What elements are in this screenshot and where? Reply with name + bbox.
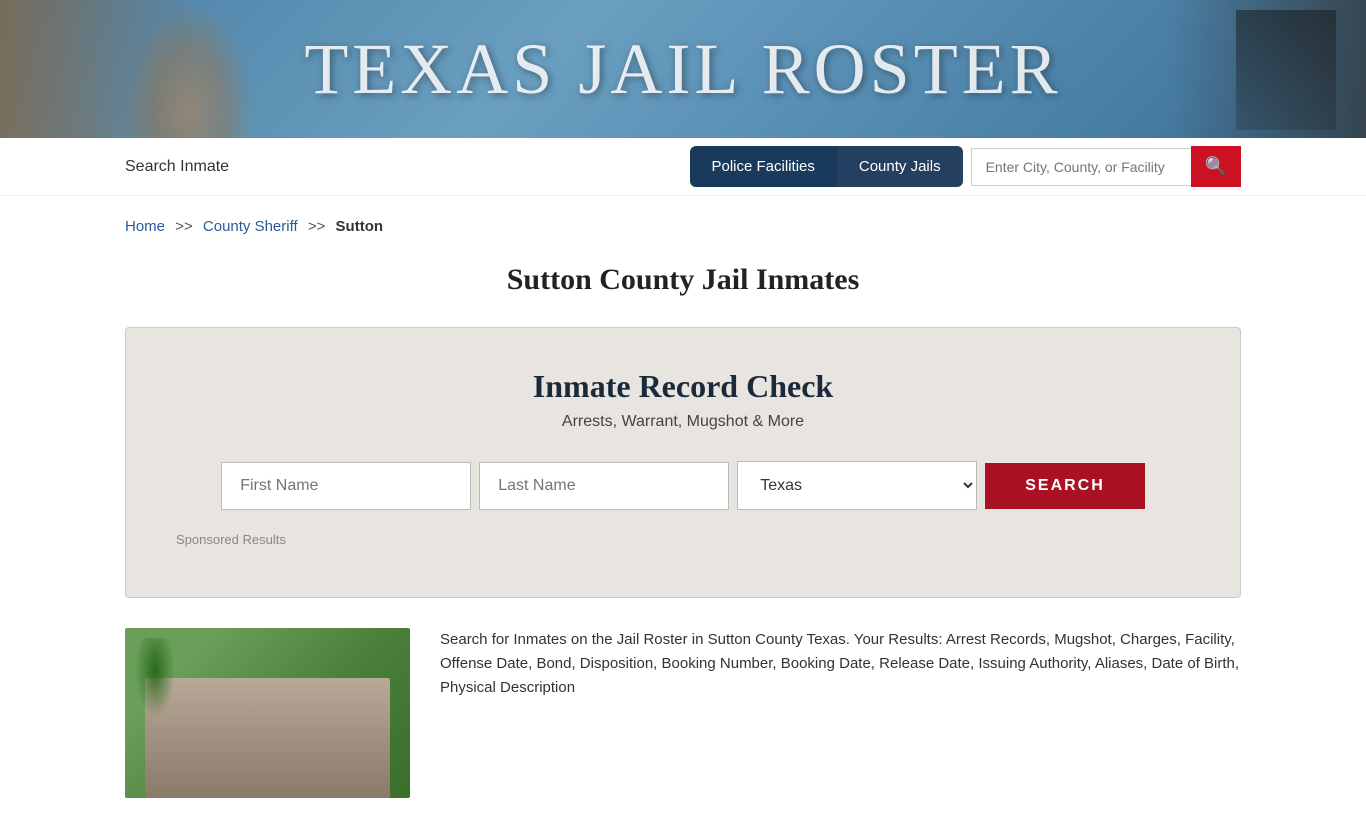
police-facilities-button[interactable]: Police Facilities [690,146,837,187]
breadcrumb-home[interactable]: Home [125,218,165,235]
breadcrumb-sep-2: >> [308,218,326,235]
facility-image [125,628,410,798]
state-select[interactable]: AlabamaAlaskaArizonaArkansasCaliforniaCo… [737,461,977,510]
site-title: Texas Jail Roster [304,28,1061,111]
breadcrumb-county-sheriff[interactable]: County Sheriff [203,218,298,235]
nav-search-label: Search Inmate [125,158,229,176]
site-banner: Texas Jail Roster [0,0,1366,138]
nav-facility-buttons: Police Facilities County Jails [690,146,963,187]
bottom-description: Search for Inmates on the Jail Roster in… [440,628,1241,700]
banner-keys-decoration [1236,10,1336,130]
breadcrumb-current: Sutton [336,218,383,235]
sponsored-label: Sponsored Results [176,532,1190,547]
page-title: Sutton County Jail Inmates [0,263,1366,297]
navbar: Search Inmate Police Facilities County J… [0,138,1366,196]
county-jails-button[interactable]: County Jails [837,146,963,187]
bottom-section: Search for Inmates on the Jail Roster in… [0,598,1366,818]
inmate-search-button[interactable]: SEARCH [985,463,1145,509]
inmate-record-title: Inmate Record Check [176,368,1190,405]
tree-decoration [135,638,175,718]
inmate-record-subtitle: Arrests, Warrant, Mugshot & More [176,413,1190,431]
breadcrumb: Home >> County Sheriff >> Sutton [0,196,1366,245]
inmate-record-section: Inmate Record Check Arrests, Warrant, Mu… [125,327,1241,598]
building-decoration [145,678,390,798]
first-name-input[interactable] [221,462,471,510]
facility-search-button[interactable]: 🔍 [1191,146,1241,187]
page-title-section: Sutton County Jail Inmates [0,245,1366,327]
inmate-search-form: AlabamaAlaskaArizonaArkansasCaliforniaCo… [176,461,1190,510]
search-icon: 🔍 [1205,156,1227,177]
last-name-input[interactable] [479,462,729,510]
breadcrumb-sep-1: >> [175,218,193,235]
facility-search-input[interactable] [971,148,1191,186]
